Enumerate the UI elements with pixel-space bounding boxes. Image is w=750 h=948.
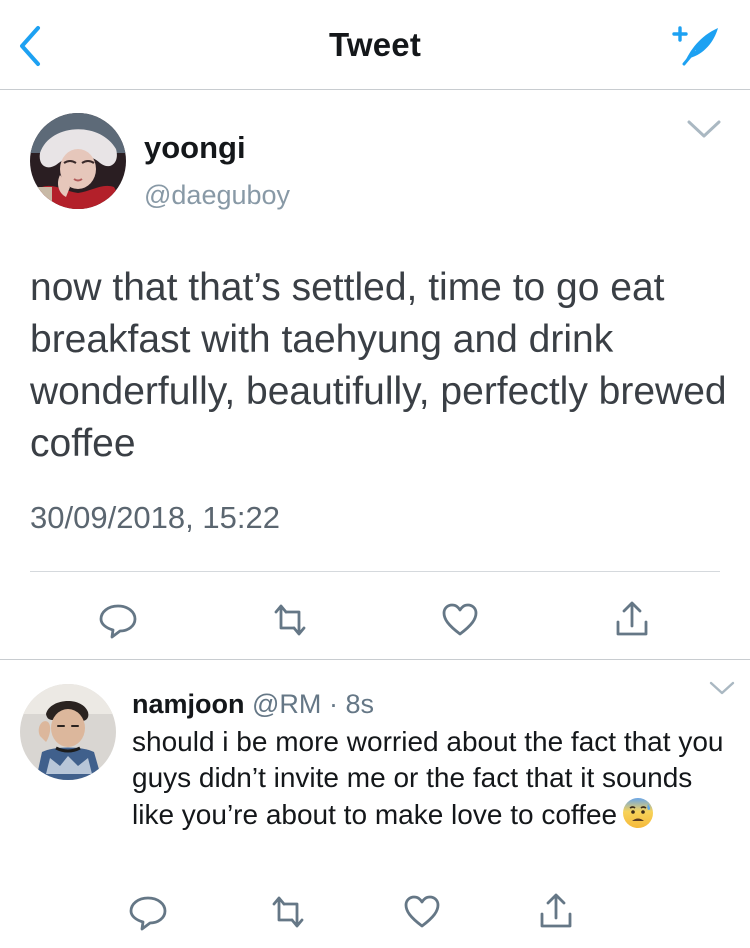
anxious-face-with-sweat-icon <box>621 796 655 830</box>
page-title: Tweet <box>328 26 422 63</box>
divider <box>0 659 750 660</box>
author-name[interactable]: yoongi <box>144 130 246 166</box>
tweet-timestamp: 30/09/2018, 15:22 <box>30 500 280 535</box>
like-icon[interactable] <box>438 598 482 642</box>
reply-time: 8s <box>345 689 374 719</box>
chevron-down-icon[interactable] <box>708 680 736 696</box>
like-icon[interactable] <box>400 890 444 934</box>
share-icon[interactable] <box>534 890 578 934</box>
compose-tweet-icon[interactable] <box>668 20 724 70</box>
author-handle[interactable]: @daeguboy <box>144 180 290 211</box>
reply-icon[interactable] <box>96 598 140 642</box>
reply-author-handle[interactable]: @RM <box>252 689 321 719</box>
divider <box>30 571 720 572</box>
reply-icon[interactable] <box>126 890 170 934</box>
retweet-icon[interactable] <box>268 598 312 642</box>
reply-avatar[interactable] <box>20 684 116 780</box>
retweet-icon[interactable] <box>266 890 310 934</box>
chevron-down-icon[interactable] <box>686 118 722 140</box>
share-icon[interactable] <box>610 598 654 642</box>
reply-text-container: should i be more worried about the fact … <box>132 724 732 833</box>
tweet-text: now that that’s settled, time to go eat … <box>30 266 727 465</box>
reply-header: namjoon @RM · 8s <box>132 689 374 720</box>
meta-separator: · <box>328 689 338 719</box>
author-avatar[interactable] <box>30 113 126 209</box>
nav-bar: Tweet <box>0 0 750 90</box>
reply-author-name[interactable]: namjoon <box>132 689 245 719</box>
